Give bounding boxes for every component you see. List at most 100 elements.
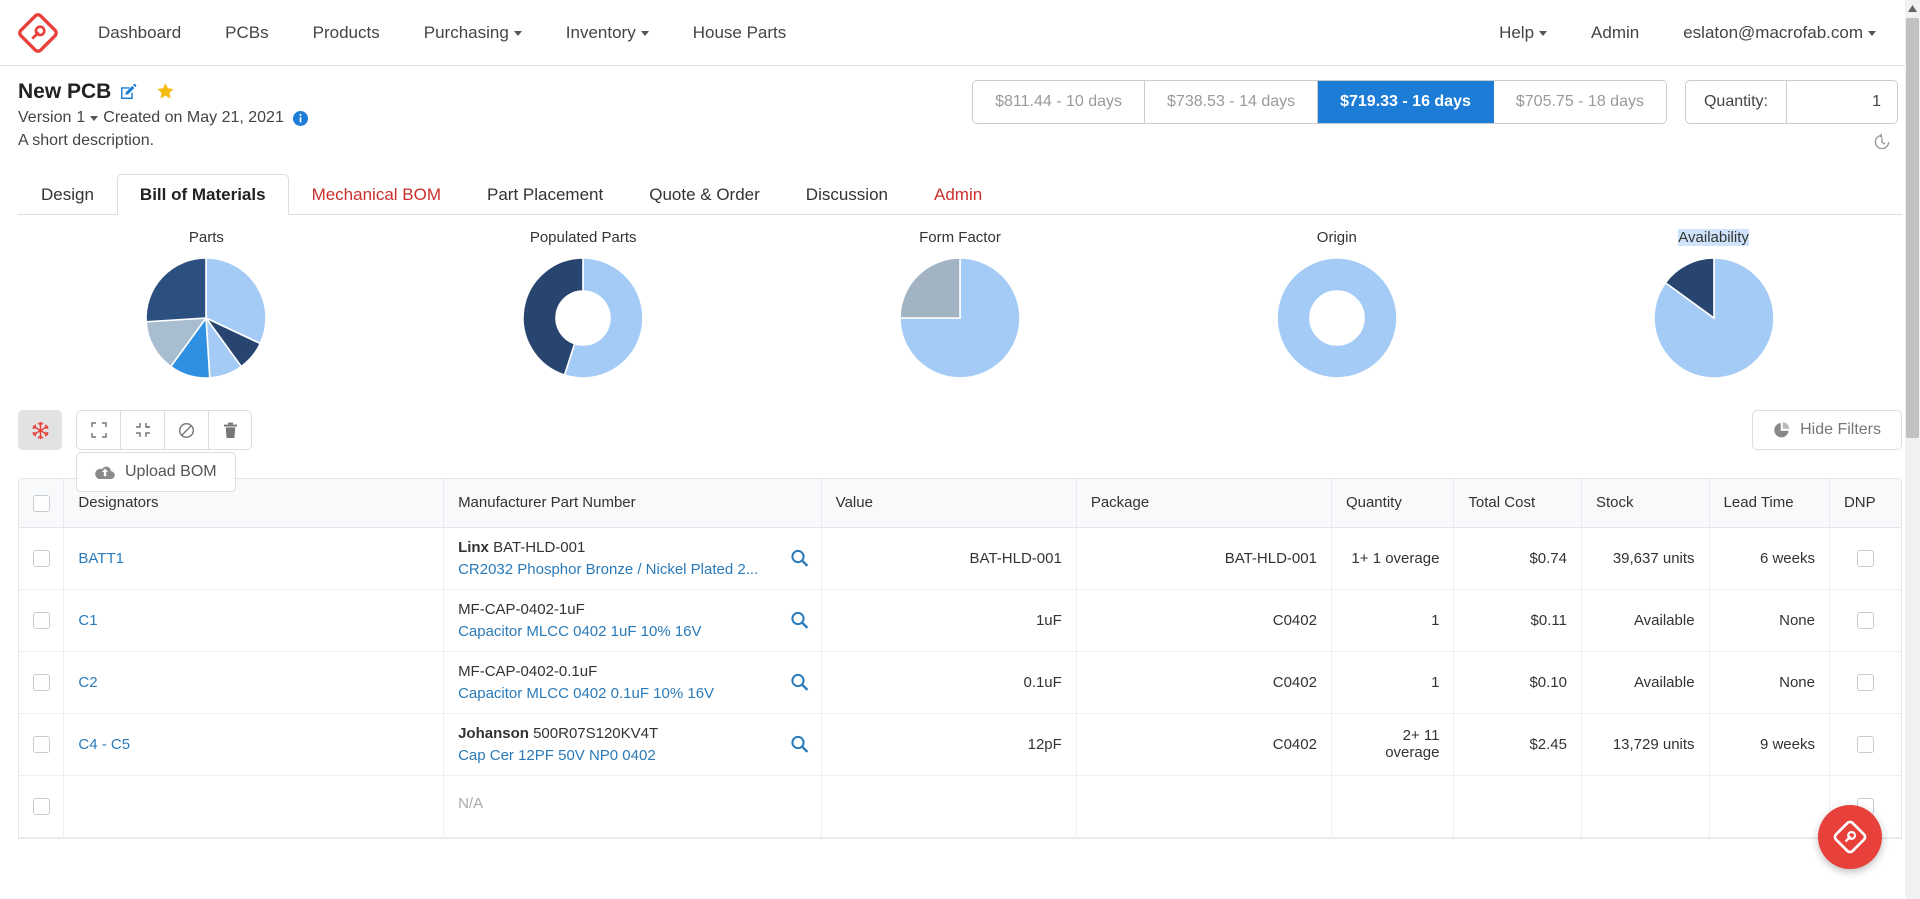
chart-title-form-factor: Form Factor bbox=[919, 229, 1001, 246]
cell-stock: Available bbox=[1581, 589, 1709, 651]
column-header-quantity[interactable]: Quantity bbox=[1331, 479, 1453, 527]
hide-filters-button[interactable]: Hide Filters bbox=[1752, 410, 1902, 450]
column-header-stock[interactable]: Stock bbox=[1581, 479, 1709, 527]
row-checkbox[interactable] bbox=[33, 612, 50, 629]
column-header-lead-time[interactable]: Lead Time bbox=[1709, 479, 1829, 527]
search-icon[interactable] bbox=[790, 735, 809, 754]
dnp-checkbox[interactable] bbox=[1857, 550, 1874, 567]
dnp-checkbox[interactable] bbox=[1857, 736, 1874, 753]
nav-link-dashboard[interactable]: Dashboard bbox=[76, 15, 203, 51]
mpn-description-link[interactable]: Capacitor MLCC 0402 1uF 10% 16V bbox=[458, 623, 781, 640]
quantity-input[interactable] bbox=[1787, 81, 1897, 123]
nav-link-help[interactable]: Help bbox=[1477, 15, 1569, 51]
edit-icon[interactable] bbox=[120, 83, 137, 100]
macrofab-help-fab[interactable] bbox=[1818, 805, 1882, 869]
column-header-value[interactable]: Value bbox=[821, 479, 1076, 527]
mpn-description-link[interactable]: Cap Cer 12PF 50V NP0 0402 bbox=[458, 747, 781, 764]
favorite-star-icon[interactable] bbox=[156, 82, 175, 101]
search-icon[interactable] bbox=[790, 673, 809, 692]
cell-stock: Available bbox=[1581, 651, 1709, 713]
select-all-checkbox[interactable] bbox=[33, 495, 50, 512]
scrollbar-thumb[interactable] bbox=[1906, 18, 1919, 438]
upload-bom-button[interactable]: Upload BOM bbox=[76, 452, 236, 492]
column-header-total-cost[interactable]: Total Cost bbox=[1454, 479, 1582, 527]
version-select[interactable]: 1 bbox=[76, 109, 98, 127]
pie-slice[interactable] bbox=[146, 258, 206, 322]
designator-link[interactable]: BATT1 bbox=[78, 550, 124, 567]
table-row[interactable]: N/A bbox=[19, 775, 1901, 837]
collapse-rows-button[interactable] bbox=[120, 410, 164, 450]
column-header-manufacturer-part-number[interactable]: Manufacturer Part Number bbox=[444, 479, 822, 527]
table-row[interactable]: BATT1 Linx BAT-HLD-001 CR2032 Phosphor B… bbox=[19, 527, 1901, 589]
cell-lead-time: None bbox=[1709, 589, 1829, 651]
expand-rows-button[interactable] bbox=[76, 410, 120, 450]
mpn-description-link[interactable]: Capacitor MLCC 0402 0.1uF 10% 16V bbox=[458, 685, 781, 702]
availability-pie-chart[interactable] bbox=[1652, 256, 1776, 380]
created-on-text: Created on May 21, 2021 bbox=[103, 109, 284, 127]
cell-lead-time bbox=[1709, 775, 1829, 837]
search-icon[interactable] bbox=[790, 549, 809, 568]
column-header-dnp[interactable]: DNP bbox=[1829, 479, 1901, 527]
tab-part-placement[interactable]: Part Placement bbox=[464, 174, 626, 215]
price-option-18-days[interactable]: $705.75 - 18 days bbox=[1494, 81, 1666, 123]
nav-link-products[interactable]: Products bbox=[291, 15, 402, 51]
nav-link-inventory[interactable]: Inventory bbox=[544, 15, 671, 51]
designator-link[interactable]: C4 - C5 bbox=[78, 736, 130, 753]
tab-quote-and-order[interactable]: Quote & Order bbox=[626, 174, 783, 215]
mpn-number: BAT-HLD-001 bbox=[493, 539, 585, 556]
designator-link[interactable]: C1 bbox=[78, 612, 97, 629]
freeze-bom-button[interactable] bbox=[18, 410, 62, 450]
pie-slice[interactable] bbox=[900, 258, 960, 318]
origin-donut-chart[interactable] bbox=[1275, 256, 1399, 380]
nav-link-house-parts[interactable]: House Parts bbox=[671, 15, 809, 51]
parts-pie-chart[interactable] bbox=[144, 256, 268, 380]
nav-link-account[interactable]: eslaton@macrofab.com bbox=[1661, 15, 1898, 51]
table-row[interactable]: C4 - C5 Johanson 500R07S120KV4T Cap Cer … bbox=[19, 713, 1901, 775]
chart-parts: Parts bbox=[18, 229, 395, 380]
dnp-checkbox[interactable] bbox=[1857, 674, 1874, 691]
nav-link-purchasing[interactable]: Purchasing bbox=[402, 15, 544, 51]
info-icon[interactable] bbox=[293, 111, 308, 126]
mpn-description-link[interactable]: CR2032 Phosphor Bronze / Nickel Plated 2… bbox=[458, 561, 781, 578]
price-option-14-days[interactable]: $738.53 - 14 days bbox=[1145, 81, 1318, 123]
row-checkbox[interactable] bbox=[33, 550, 50, 567]
scroll-up-arrow[interactable] bbox=[1905, 0, 1920, 16]
disable-rows-button[interactable] bbox=[164, 410, 208, 450]
page-scrollbar[interactable] bbox=[1905, 0, 1920, 899]
search-icon[interactable] bbox=[790, 611, 809, 630]
tab-discussion[interactable]: Discussion bbox=[783, 174, 911, 215]
mpn-number: MF-CAP-0402-0.1uF bbox=[458, 663, 597, 680]
column-header-package[interactable]: Package bbox=[1076, 479, 1331, 527]
history-icon[interactable] bbox=[1873, 133, 1891, 151]
cell-mpn: MF-CAP-0402-1uF Capacitor MLCC 0402 1uF … bbox=[444, 589, 822, 651]
pie-slice[interactable] bbox=[1277, 258, 1397, 378]
table-row[interactable]: C1 MF-CAP-0402-1uF Capacitor MLCC 0402 1… bbox=[19, 589, 1901, 651]
price-option-10-days[interactable]: $811.44 - 10 days bbox=[973, 81, 1145, 123]
title-block: New PCB Version 1 Created on May 21, 202… bbox=[18, 80, 308, 150]
row-checkbox[interactable] bbox=[33, 674, 50, 691]
mpn-top: MF-CAP-0402-0.1uF bbox=[458, 663, 781, 680]
tab-admin[interactable]: Admin bbox=[911, 174, 1005, 215]
designator-link[interactable]: C2 bbox=[78, 674, 97, 691]
table-row[interactable]: C2 MF-CAP-0402-0.1uF Capacitor MLCC 0402… bbox=[19, 651, 1901, 713]
form-factor-pie-chart[interactable] bbox=[898, 256, 1022, 380]
tab-bill-of-materials[interactable]: Bill of Materials bbox=[117, 174, 289, 215]
delete-rows-button[interactable] bbox=[208, 410, 252, 450]
tab-design[interactable]: Design bbox=[18, 174, 117, 215]
cloud-upload-icon bbox=[95, 465, 115, 480]
cell-lead-time: None bbox=[1709, 651, 1829, 713]
populated-parts-donut-chart[interactable] bbox=[521, 256, 645, 380]
version-label: Version bbox=[18, 109, 71, 127]
row-checkbox[interactable] bbox=[33, 736, 50, 753]
cell-quantity: 1 bbox=[1331, 651, 1453, 713]
macrofab-logo-icon[interactable] bbox=[18, 13, 58, 53]
row-checkbox[interactable] bbox=[33, 798, 50, 815]
chart-title-populated-parts: Populated Parts bbox=[530, 229, 637, 246]
price-option-16-days[interactable]: $719.33 - 16 days bbox=[1318, 81, 1494, 123]
page-title: New PCB bbox=[18, 80, 111, 103]
tab-mechanical-bom[interactable]: Mechanical BOM bbox=[289, 174, 464, 215]
dnp-checkbox[interactable] bbox=[1857, 612, 1874, 629]
nav-link-admin[interactable]: Admin bbox=[1569, 15, 1661, 51]
nav-link-pcbs[interactable]: PCBs bbox=[203, 15, 290, 51]
mpn-number: MF-CAP-0402-1uF bbox=[458, 601, 585, 618]
